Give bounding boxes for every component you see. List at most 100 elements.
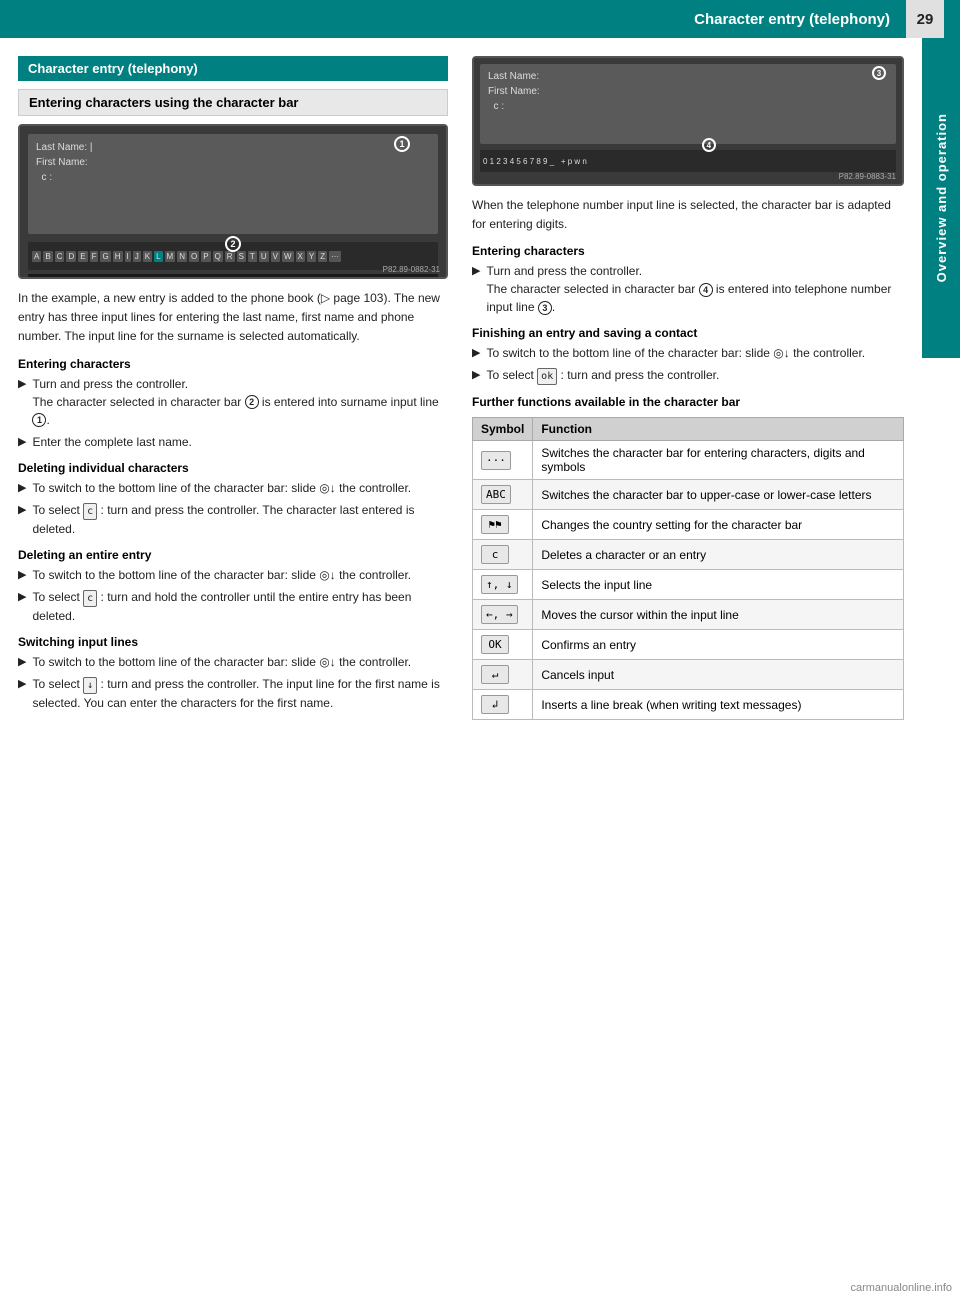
heading-deleting-entry: Deleting an entire entry	[18, 548, 448, 562]
bottom-bar-arrow: - · + ↑ ↓	[43, 279, 70, 280]
table-row: ⚑⚑ Changes the country setting for the c…	[473, 510, 904, 540]
bullet-text-finishing-2: To select ok : turn and press the contro…	[486, 366, 904, 385]
arrow-icon-6: ▶	[18, 589, 26, 625]
key-s: S	[237, 251, 246, 262]
arrow-icon-1: ▶	[18, 376, 26, 429]
bullet-switch-1: ▶ To switch to the bottom line of the ch…	[18, 653, 448, 671]
function-c: Deletes a character or an entry	[533, 540, 904, 570]
bullet-text-entering-2: Enter the complete last name.	[32, 433, 448, 451]
bullet-text-del-1: To switch to the bottom line of the char…	[32, 479, 448, 497]
heading-entering-chars: Entering characters	[18, 357, 448, 371]
intro-text: In the example, a new entry is added to …	[18, 289, 448, 347]
key-q: Q	[213, 251, 223, 262]
circle-1: 1	[394, 136, 410, 152]
key-f: F	[90, 251, 99, 262]
key-v: V	[271, 251, 280, 262]
bullet-text-finishing-1: To switch to the bottom line of the char…	[486, 344, 904, 362]
key-j: J	[133, 251, 141, 262]
key-i: I	[125, 251, 131, 262]
top-bar: Character entry (telephony) 29	[0, 0, 960, 38]
table-row: ··· Switches the character bar for enter…	[473, 441, 904, 480]
bullet-entire-2: ▶ To select c : turn and hold the contro…	[18, 588, 448, 625]
symbol-table: Symbol Function ··· Switches the charact…	[472, 417, 904, 720]
key-c: C	[55, 251, 65, 262]
key-k: K	[143, 251, 152, 262]
symbol-dots: ···	[473, 441, 533, 480]
arrow-icon-3: ▶	[18, 480, 26, 497]
table-header-function: Function	[533, 418, 904, 441]
bottom-bar-icon: ⊙	[32, 279, 39, 280]
arrow-icon-5: ▶	[18, 567, 26, 584]
key-x: X	[296, 251, 305, 262]
symbol-c: c	[473, 540, 533, 570]
arrow-icon-9: ▶	[472, 263, 480, 316]
function-leftright: Moves the cursor within the input line	[533, 600, 904, 630]
key-d: D	[66, 251, 76, 262]
bullet-text-entire-1: To switch to the bottom line of the char…	[32, 566, 448, 584]
symbol-cancel: ↵	[473, 660, 533, 690]
circle-3: 3	[872, 66, 886, 80]
bullet-text-entering-1: Turn and press the controller. The chara…	[32, 375, 448, 429]
bullet-text-switch-1: To switch to the bottom line of the char…	[32, 653, 448, 671]
key-g: G	[100, 251, 110, 262]
bullet-del-2: ▶ To select c : turn and press the contr…	[18, 501, 448, 538]
key-b: B	[43, 251, 52, 262]
key-o: O	[189, 251, 199, 262]
heading-deleting-chars: Deleting individual characters	[18, 461, 448, 475]
function-linebreak: Inserts a line break (when writing text …	[533, 690, 904, 720]
arrow-icon-4: ▶	[18, 502, 26, 538]
table-row: ←, → Moves the cursor within the input l…	[473, 600, 904, 630]
section-header: Character entry (telephony)	[18, 56, 448, 81]
key-u: U	[259, 251, 269, 262]
table-row: ↵ Cancels input	[473, 660, 904, 690]
key-dots: ···	[329, 251, 341, 262]
device-screen-2: Last Name: First Name: c : 3 4	[480, 64, 896, 144]
key-t: T	[248, 251, 257, 262]
arrow-icon-2: ▶	[18, 434, 26, 451]
key-p: P	[201, 251, 210, 262]
symbol-ok: OK	[473, 630, 533, 660]
subsection-header: Entering characters using the character …	[18, 89, 448, 116]
numrow-text: 0 1 2 3 4 5 6 7 8 9 _ + p w n	[483, 157, 587, 166]
symbol-leftright: ←, →	[473, 600, 533, 630]
key-y: Y	[307, 251, 316, 262]
main-content: Character entry (telephony) Entering cha…	[0, 38, 960, 738]
function-abc: Switches the character bar to upper-case…	[533, 480, 904, 510]
arrow-icon-7: ▶	[18, 654, 26, 671]
right-heading-entering: Entering characters	[472, 244, 904, 258]
key-a: A	[32, 251, 41, 262]
right-column: Last Name: First Name: c : 3 4 0 1 2 3 4…	[472, 56, 904, 720]
heading-further: Further functions available in the chara…	[472, 395, 904, 409]
key-l: L	[154, 251, 162, 262]
key-e: E	[78, 251, 87, 262]
bullet-finishing-1: ▶ To switch to the bottom line of the ch…	[472, 344, 904, 362]
table-row: ↲ Inserts a line break (when writing tex…	[473, 690, 904, 720]
symbol-updown: ↑, ↓	[473, 570, 533, 600]
screen-text-2: Last Name: First Name: c :	[488, 69, 888, 114]
key-m: M	[165, 251, 176, 262]
right-bullet-text-entering: Turn and press the controller. The chara…	[486, 262, 904, 316]
bullet-text-del-2: To select c : turn and press the control…	[32, 501, 448, 538]
right-intro-text: When the telephone number input line is …	[472, 196, 904, 234]
table-row: ABC Switches the character bar to upper-…	[473, 480, 904, 510]
table-row: OK Confirms an entry	[473, 630, 904, 660]
key-w: W	[282, 251, 294, 262]
table-header-symbol: Symbol	[473, 418, 533, 441]
symbol-linebreak: ↲	[473, 690, 533, 720]
symbol-abc: ABC	[473, 480, 533, 510]
key-n: N	[177, 251, 187, 262]
left-column: Character entry (telephony) Entering cha…	[18, 56, 448, 720]
key-z: Z	[318, 251, 327, 262]
right-bullet-entering: ▶ Turn and press the controller. The cha…	[472, 262, 904, 316]
table-row: c Deletes a character or an entry	[473, 540, 904, 570]
function-dots: Switches the character bar for entering …	[533, 441, 904, 480]
device-ref-2: P82.89-0883-31	[839, 172, 896, 181]
bullet-text-switch-2: To select ↓ : turn and press the control…	[32, 675, 448, 712]
key-r: R	[225, 251, 235, 262]
device-numrow: 0 1 2 3 4 5 6 7 8 9 _ + p w n	[480, 150, 896, 172]
device-bottom-bar: ⊙ - · + ↑ ↓	[28, 274, 438, 279]
function-flags: Changes the country setting for the char…	[533, 510, 904, 540]
top-bar-title: Character entry (telephony)	[694, 11, 890, 28]
bullet-finishing-2: ▶ To select ok : turn and press the cont…	[472, 366, 904, 385]
symbol-flags: ⚑⚑	[473, 510, 533, 540]
